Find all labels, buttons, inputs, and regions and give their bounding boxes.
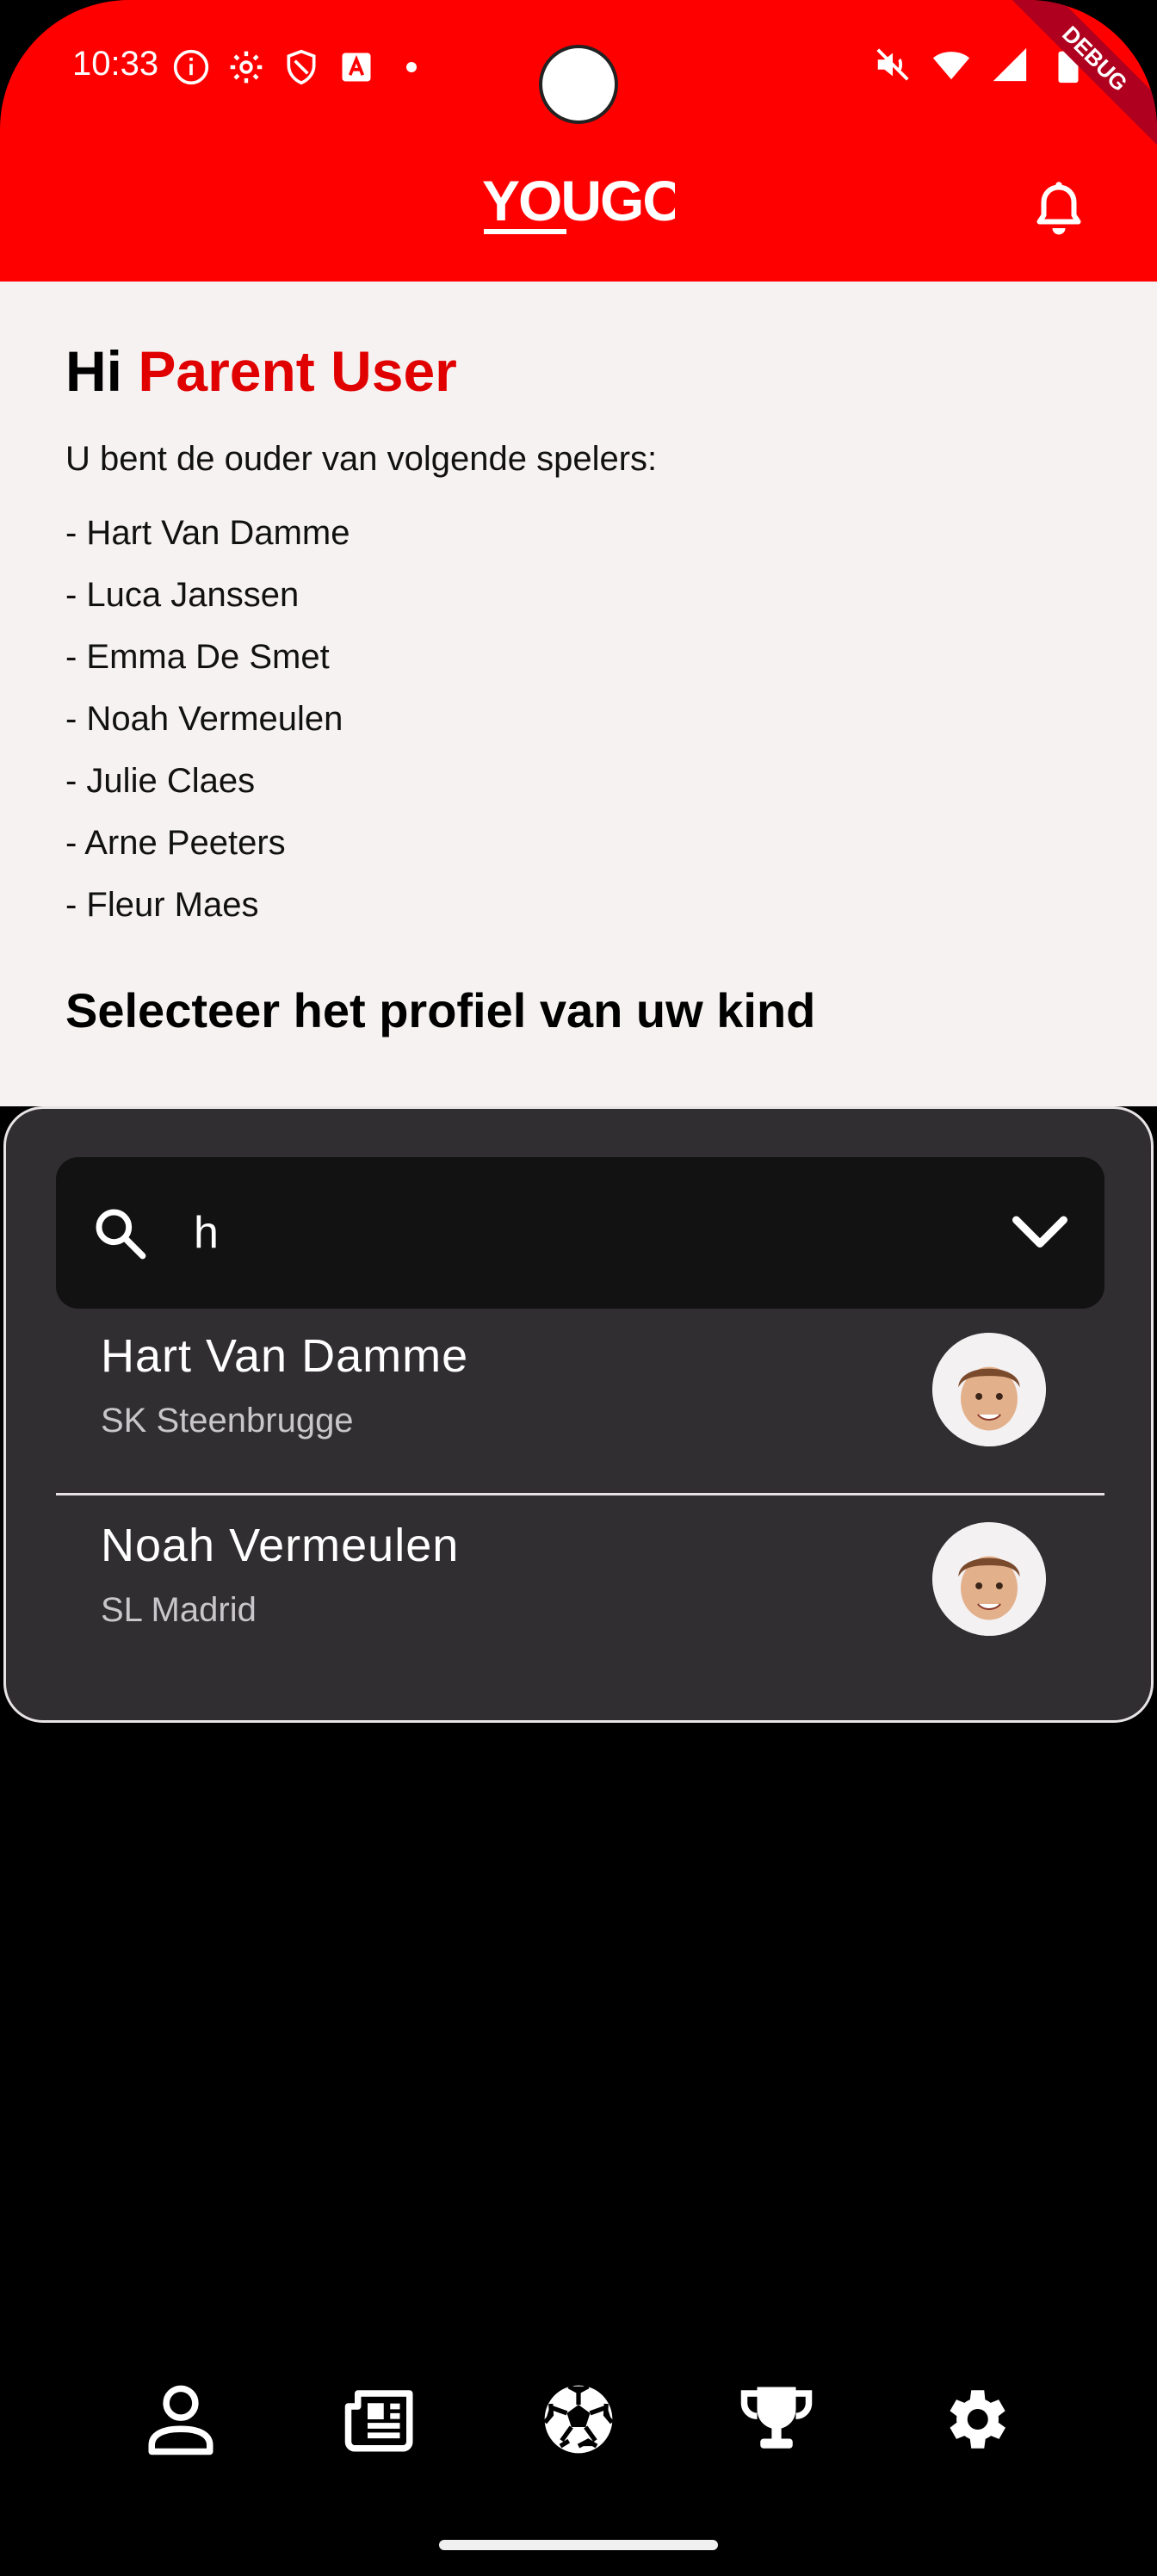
profile-dropdown: h Hart Van Damme SK Steenbrugge Noah Ver… — [3, 1106, 1154, 1723]
greeting-user-name: Parent User — [138, 339, 457, 403]
greeting-hi: Hi — [65, 339, 122, 403]
memoji-boy-avatar — [932, 1333, 1046, 1446]
intro-text: U bent de ouder van volgende spelers: — [65, 440, 658, 478]
player-list-item: - Emma De Smet — [65, 638, 330, 676]
player-list: - Hart Van Damme - Luca Janssen - Emma D… — [65, 502, 350, 936]
player-list-item: - Luca Janssen — [65, 576, 300, 614]
home-indicator[interactable] — [439, 2540, 718, 2550]
info-icon — [173, 49, 209, 85]
option-divider — [56, 1493, 1104, 1495]
player-list-item: - Arne Peeters — [65, 824, 286, 862]
select-profile-title: Selecteer het profiel van uw kind — [65, 983, 816, 1037]
search-input[interactable]: h — [194, 1205, 219, 1260]
settings-gear-icon — [230, 51, 263, 84]
greeting-heading: Hi Parent User — [65, 338, 457, 404]
svg-text:YOUGO: YOUGO — [482, 172, 675, 232]
settings-gear-icon — [950, 2390, 1005, 2449]
newspaper-icon — [344, 2390, 413, 2452]
main-content: Hi Parent User U bent de ouder van volge… — [0, 282, 1157, 1106]
option-player-name: Hart Van Damme — [101, 1330, 469, 1382]
option-club-name: SL Madrid — [101, 1591, 257, 1629]
profile-option[interactable]: Noah Vermeulen SL Madrid — [56, 1498, 1104, 1679]
shield-icon — [287, 49, 316, 85]
player-list-item: - Hart Van Damme — [65, 514, 350, 552]
option-club-name: SK Steenbrugge — [101, 1402, 354, 1440]
nav-settings[interactable] — [931, 2376, 1018, 2462]
bottom-navigation — [0, 2376, 1157, 2480]
nav-trophies[interactable] — [733, 2376, 820, 2462]
trophy-icon — [740, 2387, 813, 2449]
phone-screen: 10:33 DEBUG YOUGO Hi Parent User U bent … — [0, 0, 1157, 2576]
soccer-ball-icon — [542, 2384, 615, 2454]
status-bar: 10:33 — [0, 0, 1157, 138]
profile-search-field[interactable]: h — [56, 1157, 1104, 1309]
person-icon — [148, 2385, 213, 2455]
chevron-down-icon[interactable] — [1010, 1209, 1070, 1257]
status-time: 10:33 — [72, 45, 159, 83]
player-list-item: - Julie Claes — [65, 762, 256, 800]
signal-icon — [993, 47, 1027, 82]
nav-profile[interactable] — [138, 2376, 224, 2462]
wifi-icon — [932, 52, 970, 80]
search-icon — [96, 1209, 146, 1260]
player-list-item: - Fleur Maes — [65, 886, 259, 924]
app-header: 10:33 DEBUG YOUGO — [0, 0, 1157, 282]
yougo-logo: YOUGO — [482, 172, 675, 234]
profile-option[interactable]: Hart Van Damme SK Steenbrugge — [56, 1309, 1104, 1489]
app-a-icon — [342, 53, 371, 82]
notification-dot-icon — [406, 62, 417, 72]
mute-icon — [876, 48, 909, 81]
status-icons-left — [172, 48, 417, 86]
memoji-boy-avatar — [932, 1522, 1046, 1636]
bell-icon[interactable] — [1033, 181, 1085, 241]
camera-cutout — [539, 45, 618, 124]
nav-news[interactable] — [337, 2376, 424, 2462]
status-icons-right — [873, 45, 1088, 84]
option-player-name: Noah Vermeulen — [101, 1520, 460, 1571]
player-list-item: - Noah Vermeulen — [65, 700, 343, 738]
nav-matches[interactable] — [535, 2376, 622, 2462]
